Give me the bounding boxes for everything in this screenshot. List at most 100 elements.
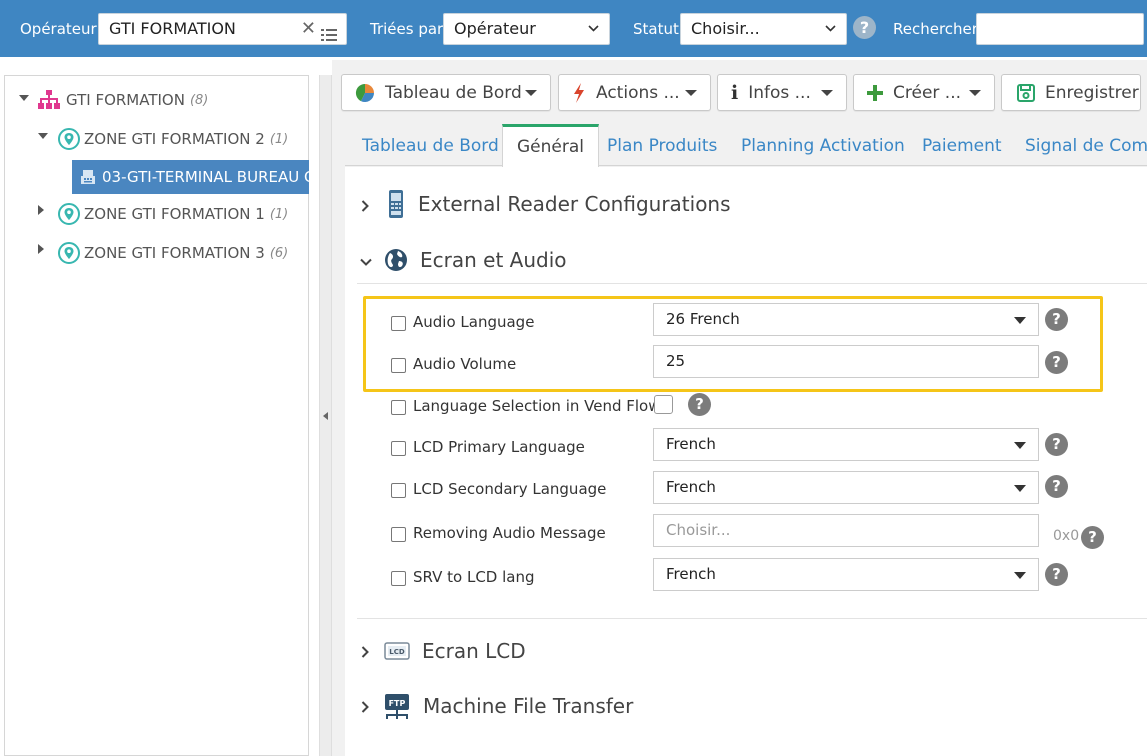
ftp-icon-text: FTP <box>389 699 406 708</box>
tree-item-count: (1) <box>269 206 289 222</box>
create-label: Créer ... <box>893 82 962 103</box>
help-icon[interactable]: ? <box>1045 563 1068 586</box>
info-icon: i <box>731 81 739 104</box>
section-file-transfer[interactable]: FTP Machine File Transfer <box>383 686 633 726</box>
operator-label: Opérateur <box>20 20 97 38</box>
tab-activation-planning[interactable]: Planning Activation <box>741 124 905 166</box>
audio-volume-label: Audio Volume <box>413 355 517 373</box>
help-icon[interactable]: ? <box>1045 351 1068 374</box>
tree-item-count: (8) <box>189 92 209 108</box>
lcd-primary-language-checkbox[interactable] <box>391 441 406 456</box>
caret-down-icon <box>969 90 981 96</box>
caret-down-icon <box>1014 442 1026 449</box>
status-select[interactable]: Choisir... <box>680 13 847 45</box>
expand-zone-3-toggle[interactable] <box>38 244 44 254</box>
actions-label: Actions ... <box>596 82 680 103</box>
vend-flow-language-label: Language Selection in Vend Flow <box>413 397 661 415</box>
tree-item-zone-1[interactable]: ZONE GTI FORMATION 1 (1) <box>58 198 288 230</box>
section-title: External Reader Configurations <box>418 192 731 216</box>
help-icon[interactable]: ? <box>1045 308 1068 331</box>
section-title: Ecran LCD <box>422 639 526 663</box>
save-icon <box>1017 83 1035 102</box>
chevron-right-icon[interactable] <box>361 701 369 713</box>
terminal-icon <box>80 169 96 185</box>
save-button[interactable]: Enregistrer <box>1001 74 1141 111</box>
srv-to-lcd-lang-label: SRV to LCD lang <box>413 568 535 586</box>
tree-item-zone-3[interactable]: ZONE GTI FORMATION 3 (6) <box>58 237 288 269</box>
dashboard-button[interactable]: Tableau de Bord <box>341 74 551 111</box>
status-help-icon[interactable]: ? <box>853 16 876 39</box>
infos-button[interactable]: i Infos ... <box>717 74 847 111</box>
status-label: Statut <box>633 20 679 38</box>
lightning-icon <box>572 82 586 103</box>
tab-dashboard[interactable]: Tableau de Bord <box>362 124 499 166</box>
audio-volume-value: 25 <box>666 352 686 370</box>
tree-item-label: 03-GTI-TERMINAL BUREAU G <box>102 168 316 186</box>
clear-icon[interactable]: ✕ <box>301 14 316 44</box>
section-screen-audio[interactable]: Ecran et Audio <box>384 240 567 280</box>
audio-language-value: 26 French <box>666 310 740 328</box>
collapse-arrow-icon[interactable] <box>323 412 328 420</box>
help-icon[interactable]: ? <box>1045 475 1068 498</box>
sort-select[interactable]: Opérateur <box>443 13 610 45</box>
tab-general[interactable]: Général <box>502 124 599 167</box>
section-title: Ecran et Audio <box>420 248 567 272</box>
tree-item-label: ZONE GTI FORMATION 2 <box>84 130 265 148</box>
caret-down-icon <box>1014 572 1026 579</box>
chevron-right-icon[interactable] <box>361 646 369 658</box>
list-icon[interactable] <box>321 22 337 41</box>
caret-down-icon <box>685 90 697 96</box>
audio-language-label: Audio Language <box>413 313 535 331</box>
help-icon[interactable]: ? <box>688 393 711 416</box>
actions-button[interactable]: Actions ... <box>558 74 711 111</box>
lcd-secondary-language-value: French <box>666 478 716 496</box>
create-button[interactable]: Créer ... <box>853 74 995 111</box>
sort-label: Triées par <box>370 20 444 38</box>
audio-language-select[interactable]: 26 French <box>653 303 1039 336</box>
lcd-secondary-language-select[interactable]: French <box>653 471 1039 504</box>
tab-com-signal[interactable]: Signal de Com. <box>1025 124 1147 166</box>
infos-label: Infos ... <box>748 82 811 103</box>
tab-product-plan[interactable]: Plan Produits <box>607 124 717 166</box>
expand-zone-1-toggle[interactable] <box>38 205 44 215</box>
chevron-down-icon <box>825 25 836 32</box>
caret-down-icon <box>1014 485 1026 492</box>
vend-flow-language-value-checkbox[interactable] <box>654 395 673 414</box>
zone-pin-icon <box>58 203 80 225</box>
operator-field[interactable]: GTI FORMATION ✕ <box>98 13 347 45</box>
section-lcd-screen[interactable]: LCD Ecran LCD <box>384 631 526 671</box>
pie-chart-icon <box>355 83 375 103</box>
chevron-down-icon <box>588 25 599 32</box>
tree-item-root[interactable]: GTI FORMATION (8) <box>38 84 208 116</box>
vend-flow-language-checkbox[interactable] <box>391 400 406 415</box>
tree-item-terminal[interactable]: 03-GTI-TERMINAL BUREAU G <box>72 160 316 194</box>
tree-item-zone-2[interactable]: ZONE GTI FORMATION 2 (1) <box>58 123 288 155</box>
section-external-reader[interactable]: External Reader Configurations <box>386 184 731 224</box>
tree-item-count: (1) <box>269 131 289 147</box>
help-icon[interactable]: ? <box>1045 433 1068 456</box>
lcd-primary-language-select[interactable]: French <box>653 428 1039 461</box>
tree-item-count: (6) <box>269 245 289 261</box>
panel-splitter[interactable] <box>319 75 332 756</box>
search-input[interactable] <box>976 13 1144 45</box>
audio-volume-input[interactable]: 25 <box>653 345 1039 378</box>
help-icon[interactable]: ? <box>1081 526 1104 549</box>
tab-payment[interactable]: Paiement <box>922 124 1002 166</box>
section-title: Machine File Transfer <box>423 694 634 718</box>
chevron-right-icon[interactable] <box>361 200 369 212</box>
audio-language-checkbox[interactable] <box>391 316 406 331</box>
audio-volume-checkbox[interactable] <box>391 358 406 373</box>
removing-audio-message-checkbox[interactable] <box>391 527 406 542</box>
srv-to-lcd-lang-select[interactable]: French <box>653 558 1039 591</box>
expand-root-toggle[interactable] <box>19 95 29 101</box>
chevron-down-icon[interactable] <box>360 258 372 266</box>
tab-bar: Tableau de Bord Général Plan Produits Pl… <box>345 124 1147 167</box>
lcd-secondary-language-checkbox[interactable] <box>391 483 406 498</box>
srv-to-lcd-lang-checkbox[interactable] <box>391 571 406 586</box>
dashboard-label: Tableau de Bord <box>385 82 522 103</box>
zone-pin-icon <box>58 242 80 264</box>
expand-zone-2-toggle[interactable] <box>38 133 48 139</box>
tree-item-label: ZONE GTI FORMATION 1 <box>84 205 265 223</box>
removing-audio-message-input[interactable]: Choisir... <box>653 514 1039 547</box>
save-label: Enregistrer <box>1045 82 1139 103</box>
